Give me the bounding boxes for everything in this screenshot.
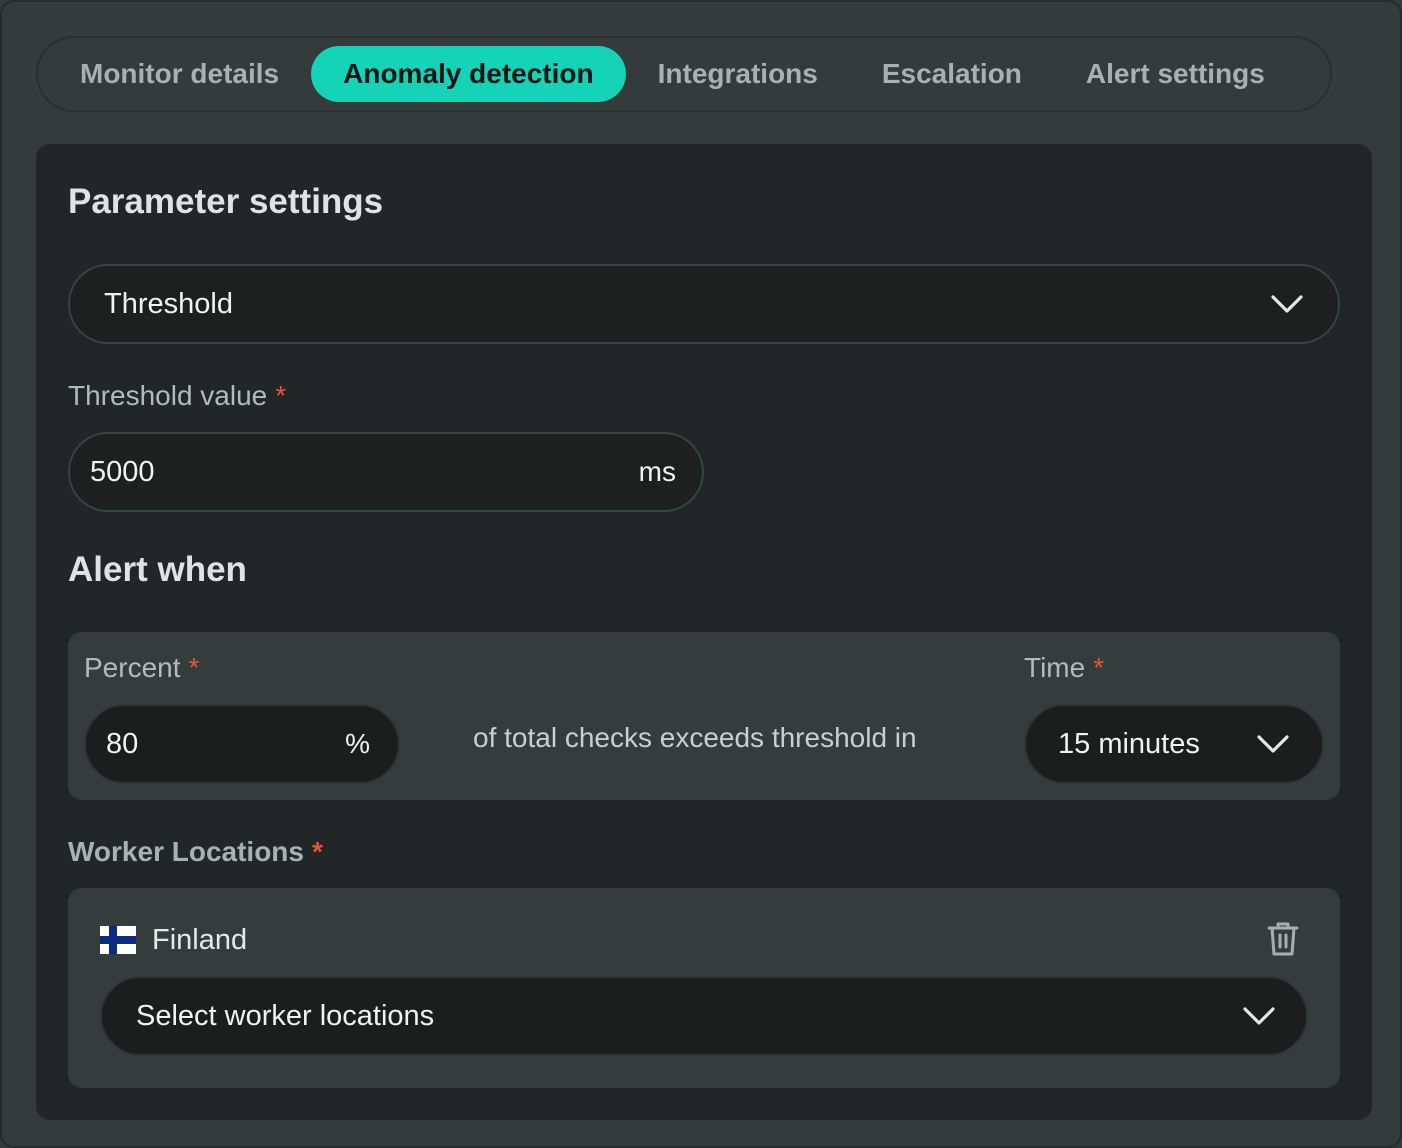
threshold-value-text: 5000 <box>90 455 155 488</box>
tab-escalation[interactable]: Escalation <box>850 46 1054 102</box>
threshold-value-input[interactable]: 5000 ms <box>68 432 704 512</box>
percent-value: 80 <box>106 727 139 760</box>
worker-locations-placeholder: Select worker locations <box>136 999 435 1032</box>
chevron-down-icon <box>1256 734 1290 754</box>
percent-label: Percent * <box>84 652 200 683</box>
alert-condition-box: Percent * 80 % of total checks exceeds th… <box>68 632 1340 800</box>
worker-locations-select[interactable]: Select worker locations <box>100 976 1308 1056</box>
worker-location-item: Finland <box>100 922 247 958</box>
trash-icon[interactable] <box>1266 920 1300 958</box>
chevron-down-icon <box>1242 1006 1276 1026</box>
finland-flag-icon <box>100 926 136 954</box>
parameter-settings-heading: Parameter settings <box>68 182 384 221</box>
required-marker: * <box>275 380 287 411</box>
percent-input[interactable]: 80 % <box>84 704 400 784</box>
worker-location-name: Finland <box>152 923 248 956</box>
detection-type-select[interactable]: Threshold <box>68 264 1340 344</box>
required-marker: * <box>1093 652 1105 683</box>
percent-unit: % <box>345 728 370 759</box>
detection-type-value: Threshold <box>104 287 233 320</box>
tab-anomaly-detection[interactable]: Anomaly detection <box>311 46 626 102</box>
required-marker: * <box>188 652 200 683</box>
alert-when-heading: Alert when <box>68 550 247 589</box>
worker-locations-box: Finland Select worker locations <box>68 888 1340 1088</box>
window-frame: Monitor details Anomaly detection Integr… <box>0 0 1402 1148</box>
settings-panel: Parameter settings Threshold Threshold v… <box>36 144 1372 1120</box>
tab-monitor-details[interactable]: Monitor details <box>48 46 311 102</box>
required-marker: * <box>311 836 323 867</box>
tab-integrations[interactable]: Integrations <box>626 46 850 102</box>
time-label: Time * <box>1024 652 1105 683</box>
tab-bar: Monitor details Anomaly detection Integr… <box>36 36 1332 112</box>
worker-locations-label: Worker Locations * <box>68 836 323 867</box>
threshold-value-label: Threshold value * <box>68 380 287 411</box>
tab-alert-settings[interactable]: Alert settings <box>1054 46 1297 102</box>
time-select[interactable]: 15 minutes <box>1024 704 1324 784</box>
alert-condition-text: of total checks exceeds threshold in <box>473 722 917 753</box>
threshold-unit: ms <box>638 456 676 487</box>
chevron-down-icon <box>1270 294 1304 314</box>
time-value: 15 minutes <box>1058 727 1200 760</box>
